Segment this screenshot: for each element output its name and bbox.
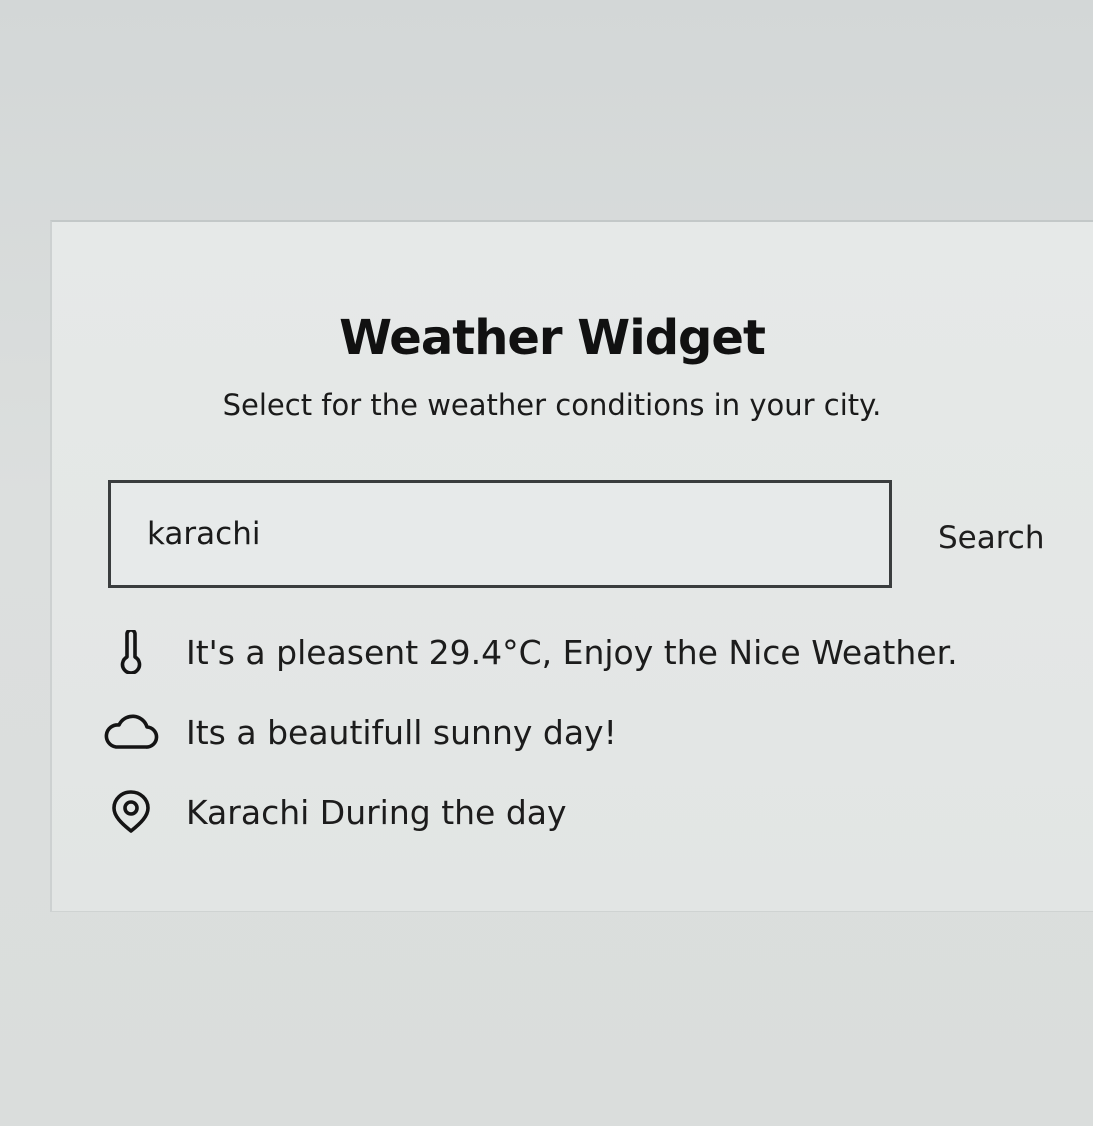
condition-row: Its a beautifull sunny day! [102, 692, 1062, 772]
cloud-icon [102, 709, 160, 755]
weather-info-list: It's a pleasent 29.4°C, Enjoy the Nice W… [102, 612, 1062, 852]
location-text: Karachi During the day [186, 792, 567, 832]
condition-text: Its a beautifull sunny day! [186, 712, 617, 752]
city-search-input[interactable] [108, 480, 892, 588]
search-row: Search [108, 480, 1088, 590]
location-row: Karachi During the day [102, 772, 1062, 852]
widget-title: Weather Widget [339, 310, 766, 366]
search-button[interactable]: Search [938, 520, 1045, 556]
temperature-row: It's a pleasent 29.4°C, Enjoy the Nice W… [102, 612, 1062, 692]
location-pin-icon [102, 789, 160, 835]
thermometer-icon [102, 629, 160, 675]
temperature-text: It's a pleasent 29.4°C, Enjoy the Nice W… [186, 632, 958, 672]
weather-widget-panel: Weather Widget Select for the weather co… [50, 220, 1093, 912]
widget-subtitle: Select for the weather conditions in you… [222, 388, 882, 422]
